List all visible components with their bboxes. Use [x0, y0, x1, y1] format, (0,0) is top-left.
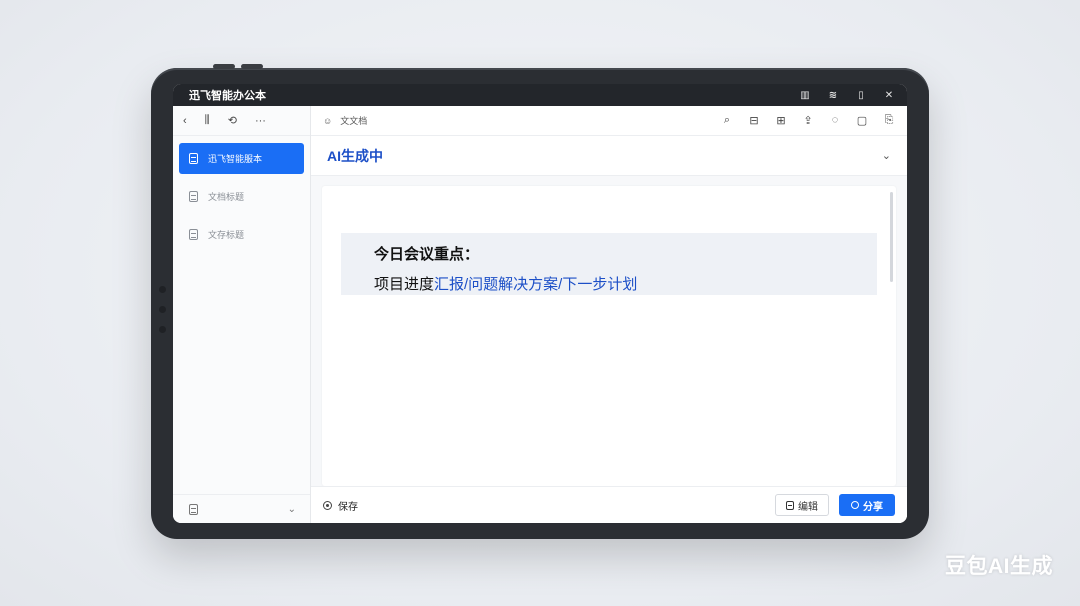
tablet-sensor [159, 286, 166, 293]
document-name: 文文档 [340, 116, 368, 126]
edit-button[interactable]: 编辑 [775, 494, 829, 516]
sidebar-item-doc-title[interactable]: 文档标题 [179, 181, 304, 212]
window-controls: ▥ ≋ ▯ ✕ [799, 90, 895, 101]
save-label: 保存 [338, 501, 358, 513]
document-name-group: ☺ 文文档 [323, 114, 721, 127]
ai-status-title: AI生成中 [327, 147, 383, 164]
search-icon[interactable]: ⌕ [721, 114, 733, 127]
template-icon[interactable]: ⊟ [748, 114, 760, 127]
document-icon [189, 153, 198, 164]
sidebar-item-saved-title[interactable]: 文存标题 [179, 219, 304, 250]
frame-icon[interactable]: ▢ [856, 114, 868, 127]
app-body: ‹ ⫼ ⟲ ··· 迅飞智能服本 文档标题 文存标题 ⌄ ☺ 文文档 ⌕ ⊟ ⊞… [173, 106, 907, 523]
save-button[interactable]: 保存 [323, 498, 775, 513]
sidebar-footer: ⌄ [173, 494, 310, 523]
edit-icon [786, 500, 794, 510]
tablet-button-volume-down [241, 64, 263, 69]
maximize-icon[interactable]: ▯ [855, 90, 867, 101]
smile-icon[interactable]: ☺ [323, 116, 332, 126]
more-icon[interactable]: ··· [255, 115, 266, 127]
tool-icons: ⌕ ⊟ ⊞ ⇪ ◌ ▢ ⎘ [721, 114, 895, 127]
save-icon [323, 500, 332, 510]
document-icon [189, 229, 198, 240]
tablet-sensor [159, 306, 166, 313]
sidebar-item-notebook[interactable]: 迅飞智能服本 [179, 143, 304, 174]
back-icon[interactable]: ‹ [183, 115, 187, 127]
ai-summary-block: 今日会议重点： 项目进度汇报/问题解决方案/下一步计划 [341, 233, 877, 295]
comment-icon[interactable]: ◌ [829, 114, 841, 127]
close-icon[interactable]: ✕ [883, 90, 895, 101]
share-icon [851, 501, 859, 509]
document-icon [189, 191, 198, 202]
chevron-down-icon[interactable]: ⌄ [288, 504, 296, 515]
tablet-button-volume-up [213, 64, 235, 69]
summary-line: 项目进度汇报/问题解决方案/下一步计划 [374, 273, 844, 294]
share-button[interactable]: 分享 [839, 494, 895, 516]
summary-highlight: 汇报/问题解决方案/下一步计划 [434, 276, 638, 293]
main-area: ☺ 文文档 ⌕ ⊟ ⊞ ⇪ ◌ ▢ ⎘ AI生成中 ⌄ 今日会议重点： 项目进度… [311, 106, 907, 523]
document-editor[interactable]: 今日会议重点： 项目进度汇报/问题解决方案/下一步计划 [322, 186, 896, 486]
app-screen: 迅飞智能办公本 ▥ ≋ ▯ ✕ ‹ ⫼ ⟲ ··· 迅飞智能服本 文档标题 文存… [173, 84, 907, 523]
sidebar-toolbar: ‹ ⫼ ⟲ ··· [173, 106, 310, 136]
copy-icon[interactable]: ⎘ [883, 114, 895, 127]
scrollbar[interactable] [890, 192, 893, 282]
window-titlebar: 迅飞智能办公本 ▥ ≋ ▯ ✕ [173, 84, 907, 106]
window-title: 迅飞智能办公本 [189, 90, 266, 102]
document-icon[interactable] [189, 503, 198, 515]
edit-label: 编辑 [798, 501, 818, 513]
columns-icon[interactable]: ⫼ [205, 114, 210, 127]
ai-generated-watermark: 豆包AI生成 [945, 555, 1053, 578]
sidebar-item-label: 迅飞智能服本 [208, 154, 263, 164]
battery-icon: ▥ [800, 89, 810, 101]
grid-icon[interactable]: ⊞ [775, 114, 787, 127]
document-toolbar: ☺ 文文档 ⌕ ⊟ ⊞ ⇪ ◌ ▢ ⎘ [311, 106, 907, 136]
tablet-device: 迅飞智能办公本 ▥ ≋ ▯ ✕ ‹ ⫼ ⟲ ··· 迅飞智能服本 文档标题 文存… [151, 64, 929, 539]
editor-footer: 保存 编辑 分享 [311, 486, 907, 523]
share-label: 分享 [863, 501, 883, 513]
ai-generation-bar[interactable]: AI生成中 ⌄ [311, 136, 907, 176]
summary-prefix: 项目进度 [374, 276, 435, 293]
undo-icon[interactable]: ⟲ [228, 114, 237, 127]
export-icon[interactable]: ⇪ [802, 114, 814, 127]
sidebar-item-label: 文存标题 [208, 230, 245, 240]
summary-heading: 今日会议重点： [374, 246, 480, 263]
wifi-icon: ≋ [828, 89, 838, 101]
chevron-down-icon[interactable]: ⌄ [882, 149, 891, 162]
sidebar: ‹ ⫼ ⟲ ··· 迅飞智能服本 文档标题 文存标题 ⌄ [173, 106, 311, 523]
sidebar-item-label: 文档标题 [208, 192, 245, 202]
tablet-sensor [159, 326, 166, 333]
